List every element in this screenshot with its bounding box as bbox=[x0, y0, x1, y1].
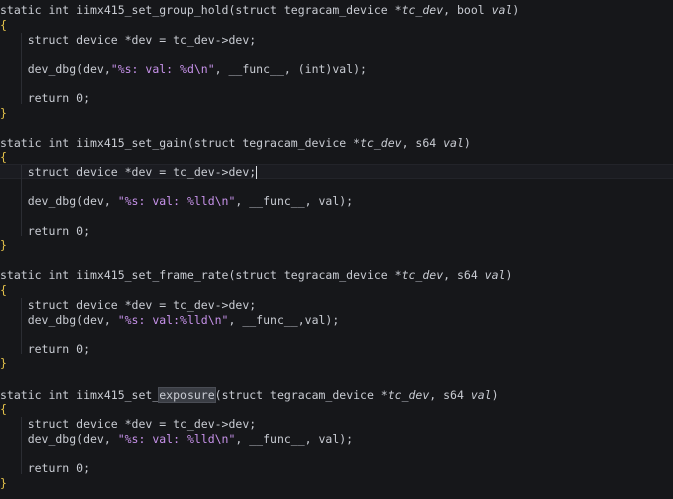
code-line[interactable]: dev_dbg(dev,"%s: val: %d\n", __func__, (… bbox=[0, 62, 673, 77]
code-text: struct device *dev = tc_dev->dev; bbox=[0, 165, 257, 179]
close-brace: } bbox=[0, 106, 7, 120]
function-signature: (struct tegracam_device * bbox=[214, 388, 388, 402]
param-name: val bbox=[484, 268, 506, 282]
code-line[interactable]: { bbox=[0, 18, 673, 33]
code-line[interactable]: struct device *dev = tc_dev->dev; bbox=[0, 417, 673, 432]
current-line[interactable]: struct device *dev = tc_dev->dev; bbox=[0, 164, 673, 179]
code-line[interactable]: dev_dbg(dev, "%s: val: %lld\n", __func__… bbox=[0, 432, 673, 447]
code-line[interactable]: struct device *dev = tc_dev->dev; bbox=[0, 33, 673, 48]
code-line[interactable]: } bbox=[0, 356, 673, 371]
code-text: , __func__, val); bbox=[235, 194, 354, 208]
code-text: , __func__, val); bbox=[235, 432, 354, 446]
indent-guide bbox=[21, 417, 22, 474]
code-line[interactable]: } bbox=[0, 106, 673, 121]
open-brace: { bbox=[0, 283, 7, 297]
code-text: dev_dbg(dev, bbox=[0, 194, 118, 208]
code-line[interactable]: static int iimx415_set_exposure(struct t… bbox=[0, 387, 673, 403]
code-text: return 0; bbox=[0, 342, 91, 356]
code-line[interactable]: return 0; bbox=[0, 342, 673, 357]
code-line[interactable]: } bbox=[0, 476, 673, 491]
open-brace: { bbox=[0, 402, 7, 416]
indent-guide bbox=[21, 298, 22, 354]
string-literal: "%s: val: %d\n" bbox=[110, 62, 215, 76]
code-line[interactable]: static int iimx415_set_frame_rate(struct… bbox=[0, 268, 673, 283]
code-line[interactable]: { bbox=[0, 402, 673, 417]
string-literal: "%s: val: %lld\n" bbox=[117, 194, 236, 208]
code-text: struct device *dev = tc_dev->dev; bbox=[0, 298, 257, 312]
indent-guide bbox=[21, 33, 22, 104]
close-brace: } bbox=[0, 356, 7, 370]
function-signature: ) bbox=[463, 136, 471, 150]
function-signature: , s64 bbox=[401, 136, 444, 150]
text-cursor bbox=[256, 166, 258, 179]
code-line[interactable]: return 0; bbox=[0, 224, 673, 239]
code-line[interactable]: return 0; bbox=[0, 461, 673, 476]
function-signature: ) bbox=[491, 388, 499, 402]
code-line[interactable]: dev_dbg(dev, "%s: val:%lld\n", __func__,… bbox=[0, 313, 673, 328]
code-line[interactable]: return 0; bbox=[0, 91, 673, 106]
code-line[interactable]: struct device *dev = tc_dev->dev; bbox=[0, 298, 673, 313]
code-line[interactable]: static int iimx415_set_group_hold(struct… bbox=[0, 3, 673, 18]
code-line[interactable]: dev_dbg(dev, "%s: val: %lld\n", __func__… bbox=[0, 194, 673, 209]
code-text: return 0; bbox=[0, 91, 91, 105]
code-line[interactable]: { bbox=[0, 283, 673, 298]
function-signature: ) bbox=[512, 3, 520, 17]
code-text: dev_dbg(dev, bbox=[0, 432, 118, 446]
code-text: , __func__,val); bbox=[228, 313, 340, 327]
param-name: tc_dev bbox=[401, 3, 444, 17]
code-text: dev_dbg(dev, bbox=[0, 62, 111, 76]
function-signature: static int iimx415_set_gain(struct tegra… bbox=[0, 136, 361, 150]
function-signature: , bool bbox=[443, 3, 492, 17]
code-text: struct device *dev = tc_dev->dev; bbox=[0, 417, 257, 431]
highlighted-word: exposure bbox=[158, 387, 216, 403]
param-name: val bbox=[443, 136, 464, 150]
string-literal: "%s: val: %lld\n" bbox=[117, 432, 236, 446]
open-brace: { bbox=[0, 150, 7, 164]
function-signature: , s64 bbox=[429, 388, 471, 402]
open-brace: { bbox=[0, 18, 7, 32]
function-signature: static int iimx415_set_group_hold(struct… bbox=[0, 3, 402, 17]
code-line[interactable]: static int iimx415_set_gain(struct tegra… bbox=[0, 136, 673, 151]
string-literal: "%s: val:%lld\n" bbox=[117, 313, 229, 327]
param-name: tc_dev bbox=[387, 388, 430, 402]
function-signature: static int iimx415_set_frame_rate(struct… bbox=[0, 268, 402, 282]
code-line[interactable]: } bbox=[0, 238, 673, 253]
code-text: dev_dbg(dev, bbox=[0, 313, 118, 327]
indent-guide bbox=[21, 165, 22, 236]
param-name: tc_dev bbox=[360, 136, 402, 150]
code-text: return 0; bbox=[0, 224, 91, 238]
code-text: struct device *dev = tc_dev->dev; bbox=[0, 33, 257, 47]
param-name: val bbox=[470, 388, 492, 402]
function-signature: , s64 bbox=[443, 268, 485, 282]
code-text: , __func__, (int)val); bbox=[214, 62, 367, 76]
close-brace: } bbox=[0, 476, 7, 490]
function-signature: static int iimx415_set_ bbox=[0, 388, 160, 402]
close-brace: } bbox=[0, 238, 7, 252]
code-text: return 0; bbox=[0, 461, 91, 475]
code-editor[interactable]: static int iimx415_set_group_hold(struct… bbox=[0, 0, 673, 499]
code-line[interactable]: { bbox=[0, 150, 673, 165]
param-name: tc_dev bbox=[401, 268, 444, 282]
param-name: val bbox=[491, 3, 513, 17]
function-signature: ) bbox=[505, 268, 513, 282]
